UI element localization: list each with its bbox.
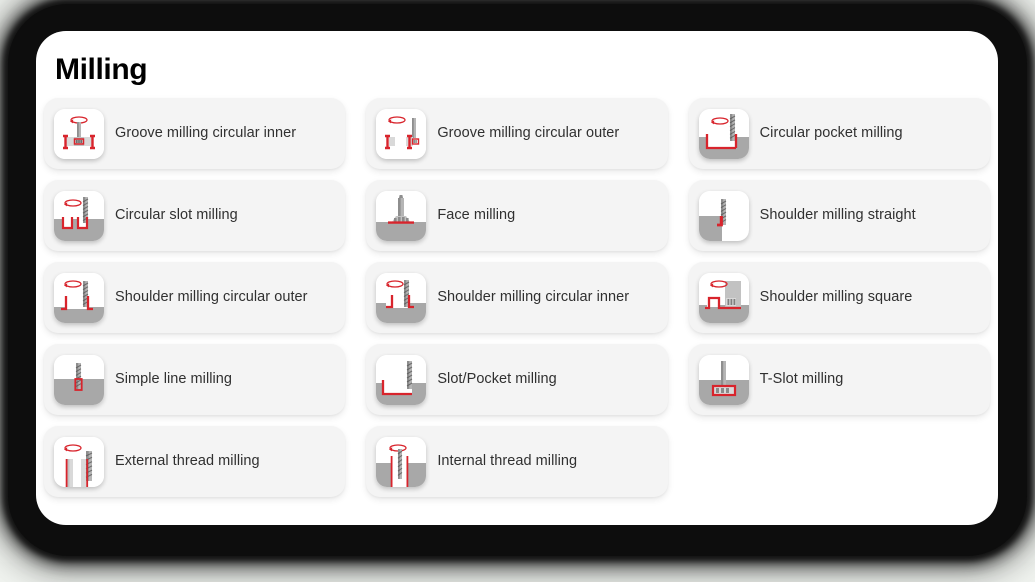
operations-grid: Groove milling circular inner Groove mil… [44,98,990,497]
slot-pocket-milling-icon [376,354,427,405]
circular-slot-milling-icon [54,190,104,241]
face-milling-icon [376,190,427,241]
operation-card[interactable]: T-Slot milling [688,344,990,415]
operation-label: External thread milling [115,452,260,469]
operation-card[interactable]: Groove milling circular outer [366,98,668,169]
operation-label: Face milling [437,206,516,223]
operation-label: T-Slot milling [759,370,844,387]
operation-card[interactable]: Shoulder milling circular inner [366,262,668,333]
operation-label: Shoulder milling circular outer [115,288,308,305]
operation-label: Shoulder milling straight [759,206,916,223]
shoulder-milling-circular-outer-icon [54,272,104,323]
operation-card[interactable]: Shoulder milling square [688,262,990,333]
operation-label: Simple line milling [115,370,232,387]
groove-milling-circular-inner-icon [54,108,104,159]
operation-label: Shoulder milling square [759,288,913,305]
operation-label: Slot/Pocket milling [437,370,557,387]
page-title: Milling [55,53,148,86]
t-slot-milling-icon [698,354,749,405]
simple-line-milling-icon [54,354,104,405]
operation-label: Groove milling circular outer [437,124,620,141]
internal-thread-milling-icon [376,436,427,487]
screen-root: Milling Groove milling circular inner Gr… [0,0,1035,562]
operation-label: Circular slot milling [115,206,238,223]
shoulder-milling-straight-icon [698,190,749,241]
external-thread-milling-icon [54,436,104,487]
operation-label: Internal thread milling [437,452,578,469]
operation-card[interactable]: Internal thread milling [366,426,668,497]
operation-card[interactable]: External thread milling [44,426,346,497]
operation-label: Groove milling circular inner [115,124,297,141]
groove-milling-circular-outer-icon [376,108,427,159]
operation-card[interactable]: Shoulder milling straight [688,180,990,251]
circular-pocket-milling-icon [698,108,749,159]
operation-card[interactable]: Shoulder milling circular outer [44,262,346,333]
operation-label: Shoulder milling circular inner [437,288,630,305]
operation-label: Circular pocket milling [759,124,903,141]
operation-card[interactable]: Groove milling circular inner [44,98,346,169]
shoulder-milling-square-icon [698,272,749,323]
milling-panel: Milling Groove milling circular inner Gr… [36,31,998,525]
operation-card[interactable]: Slot/Pocket milling [366,344,668,415]
operation-card[interactable]: Face milling [366,180,668,251]
operation-card[interactable]: Simple line milling [44,344,346,415]
operation-card[interactable]: Circular pocket milling [688,98,990,169]
shoulder-milling-circular-inner-icon [376,272,427,323]
operation-card[interactable]: Circular slot milling [44,180,346,251]
